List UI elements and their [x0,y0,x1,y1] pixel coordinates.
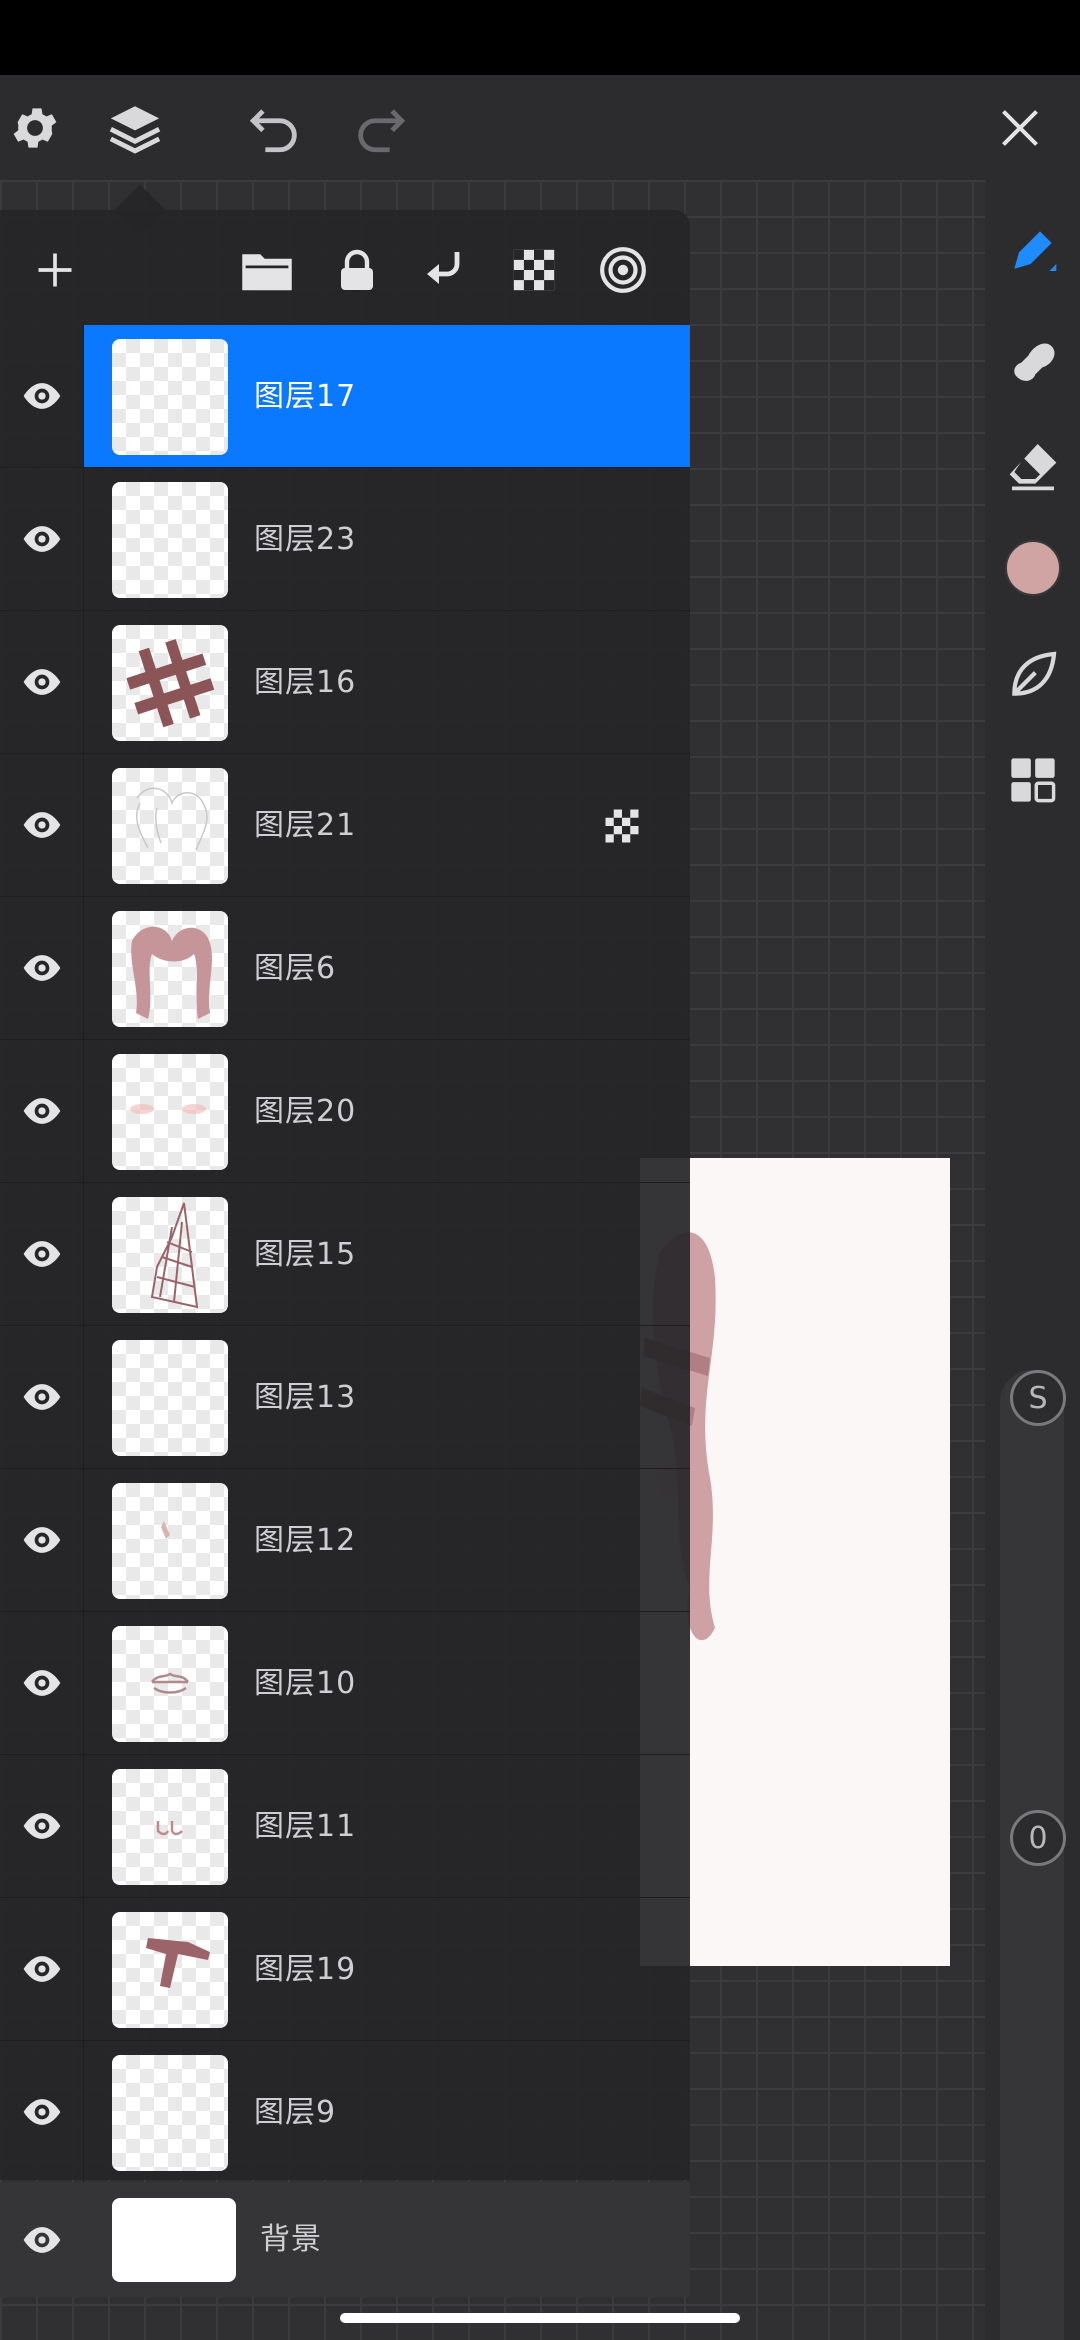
plus-icon[interactable] [25,240,85,300]
layer-thumbnail [112,482,228,598]
layer-name: 图层23 [254,522,357,557]
leaf-icon[interactable] [985,635,1080,715]
layer-row[interactable]: 图层12 [0,1469,690,1612]
layer-name: 图层19 [254,1952,357,1987]
eye-icon [23,1098,60,1124]
layer-row[interactable]: 图层19 [0,1898,690,2041]
layer-row[interactable]: 图层21 [0,754,690,897]
layer-thumbnail [112,1483,228,1599]
visibility-toggle[interactable] [0,1183,84,1326]
layers-icon[interactable] [95,75,175,180]
eye-icon [23,383,60,409]
layer-name: 图层21 [254,808,357,843]
layers-panel: 图层17 图层23 图层16 图层21 图层6 图层20 图层15 图层13 图… [0,210,690,2184]
eye-icon [23,1670,60,1696]
eye-icon [23,1956,60,1982]
size-handle[interactable]: S [1010,1370,1066,1426]
layer-thumbnail [112,1769,228,1885]
undo-icon[interactable] [235,75,315,180]
layer-name: 图层15 [254,1237,357,1272]
gear-icon[interactable] [0,75,75,180]
pen-icon[interactable] [985,210,1080,290]
layer-row[interactable]: 图层13 [0,1326,690,1469]
layer-name: 图层11 [254,1809,357,1844]
layers-toolbar [0,210,690,325]
target-icon[interactable] [593,240,653,300]
eye-icon [23,812,60,838]
visibility-toggle[interactable] [0,468,84,611]
layer-thumbnail [112,1054,228,1170]
layer-thumbnail [112,1912,228,2028]
visibility-toggle[interactable] [0,754,84,897]
eye-icon [23,526,60,552]
layer-thumbnail [112,2055,228,2171]
opacity-slider[interactable]: 0 [1000,1810,1066,2340]
visibility-toggle[interactable] [0,1469,84,1612]
visibility-toggle[interactable] [0,1326,84,1469]
layer-thumbnail [112,1340,228,1456]
layer-row[interactable]: 图层20 [0,1040,690,1183]
eye-icon [23,1241,60,1267]
layer-row[interactable]: 图层16 [0,611,690,754]
eye-icon [23,1813,60,1839]
top-toolbar [0,75,1080,180]
folder-icon[interactable] [237,240,297,300]
visibility-toggle[interactable] [0,1898,84,2041]
visibility-toggle[interactable] [0,1040,84,1183]
layer-thumbnail [112,911,228,1027]
layer-row[interactable]: 图层11 [0,1755,690,1898]
smudge-icon[interactable] [985,318,1080,398]
layer-row[interactable]: 图层10 [0,1612,690,1755]
layer-name: 图层13 [254,1380,357,1415]
eraser-icon[interactable] [985,425,1080,505]
layer-row[interactable]: 图层23 [0,468,690,611]
eye-icon [23,1384,60,1410]
layer-name: 图层10 [254,1666,357,1701]
right-toolbar: S 0 [985,180,1080,2340]
close-icon[interactable] [980,75,1060,180]
merge-down-icon[interactable] [415,240,475,300]
home-indicator[interactable] [340,2313,740,2323]
layer-thumbnail [112,768,228,884]
layer-thumbnail [112,1197,228,1313]
eye-icon [23,669,60,695]
layer-name: 图层12 [254,1523,357,1558]
layer-thumbnail [112,339,228,455]
app-root: S 0 图层17 图层23 图层16 图层21 图层6 图层20 图层15 图层… [0,0,1080,2340]
eye-icon [23,2226,61,2253]
layer-thumbnail [112,625,228,741]
visibility-toggle[interactable] [0,897,84,1040]
layer-row[interactable]: 图层9 [0,2041,690,2184]
checkerboard-icon[interactable] [504,240,564,300]
layer-row[interactable]: 图层17 [0,325,690,468]
grid-icon[interactable] [985,740,1080,820]
layer-name: 图层6 [254,951,337,986]
lock-icon[interactable] [327,240,387,300]
layer-name: 背景 [260,2222,322,2257]
redo-icon[interactable] [340,75,420,180]
visibility-toggle[interactable] [0,2182,84,2297]
layer-row-background[interactable]: 背景 [0,2182,690,2297]
layer-thumbnail [112,1626,228,1742]
visibility-toggle[interactable] [0,1612,84,1755]
opacity-handle[interactable]: 0 [1010,1810,1066,1866]
eye-icon [23,2099,60,2125]
eye-icon [23,1527,60,1553]
layer-row[interactable]: 图层6 [0,897,690,1040]
visibility-toggle[interactable] [0,611,84,754]
visibility-toggle[interactable] [0,1755,84,1898]
layer-name: 图层16 [254,665,357,700]
layer-row[interactable]: 图层15 [0,1183,690,1326]
visibility-toggle[interactable] [0,2041,84,2184]
layer-name: 图层17 [254,379,357,414]
layer-thumbnail [112,2198,236,2282]
color-swatch[interactable] [985,528,1080,608]
status-bar [0,0,1080,75]
checkerboard-icon[interactable] [604,808,640,848]
layer-name: 图层9 [254,2095,337,2130]
layer-name: 图层20 [254,1094,357,1129]
visibility-toggle[interactable] [0,325,84,468]
eye-icon [23,955,60,981]
